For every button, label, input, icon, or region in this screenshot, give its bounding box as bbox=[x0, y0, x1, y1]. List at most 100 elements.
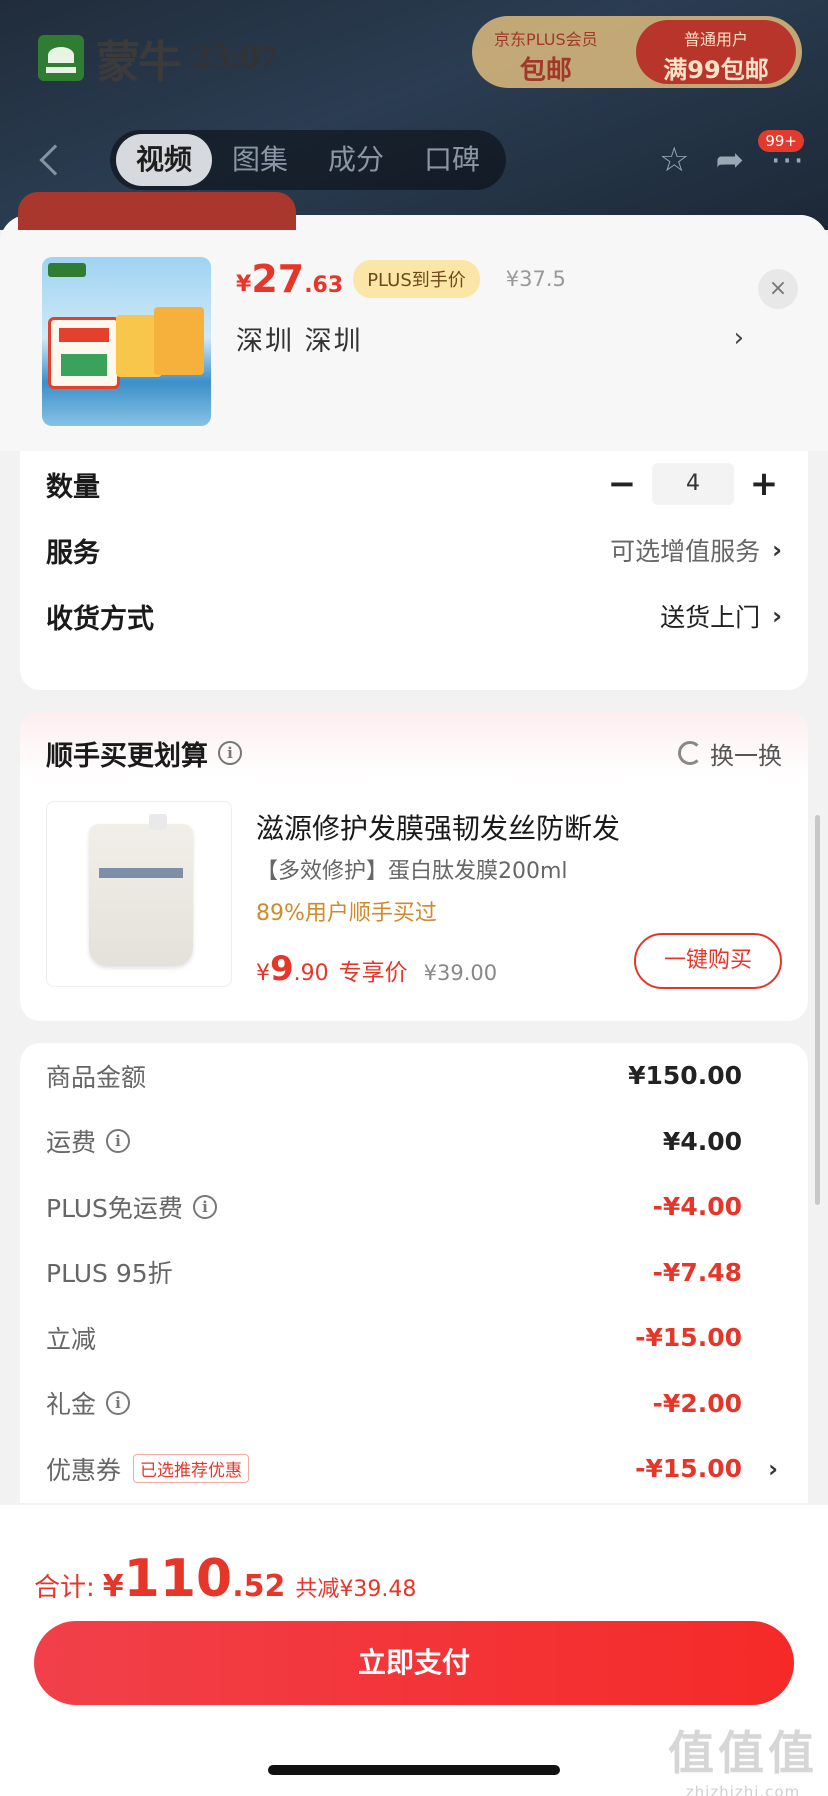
price-integer: 27 bbox=[251, 257, 305, 301]
price-currency: ¥ bbox=[236, 271, 252, 297]
info-icon[interactable]: i bbox=[218, 741, 242, 765]
thumb-card bbox=[48, 317, 120, 389]
total-integer: 110 bbox=[123, 1549, 233, 1609]
info-icon[interactable]: i bbox=[106, 1129, 131, 1154]
summary-label-wrap: 运费 i bbox=[46, 1123, 131, 1159]
quantity-stepper: − 4 + bbox=[604, 463, 782, 505]
summary-label-wrap: 礼金 i bbox=[46, 1385, 131, 1421]
home-indicator bbox=[268, 1765, 560, 1775]
recommended-coupon-tag: 已选推荐优惠 bbox=[133, 1454, 250, 1484]
more-icon[interactable]: ⋯ 99+ bbox=[758, 130, 804, 180]
promo-plus: 京东PLUS会员 包邮 bbox=[494, 26, 598, 87]
service-row[interactable]: 服务 可选增值服务 › bbox=[46, 517, 782, 583]
summary-label-wrap: PLUS免运费 i bbox=[46, 1189, 217, 1225]
product-nav-bar: 视频 图集 成分 口碑 ☆ ➦ ⋯ 99+ bbox=[30, 130, 804, 190]
summary-label: 立减 bbox=[46, 1324, 97, 1354]
original-price: ¥37.5 bbox=[505, 267, 566, 291]
addon-price-integer: 9 bbox=[270, 949, 294, 989]
total-currency: ¥ bbox=[102, 1569, 124, 1604]
summary-label-wrap: 优惠券 已选推荐优惠 bbox=[46, 1451, 250, 1487]
addon-original-price: ¥39.00 bbox=[423, 961, 498, 985]
summary-row: PLUS 95折 -¥7.48 bbox=[46, 1240, 782, 1306]
total-decimal: .52 bbox=[232, 1569, 286, 1604]
addon-header: 顺手买更划算 i 换一换 bbox=[46, 736, 782, 772]
price-decimal: .63 bbox=[304, 272, 344, 298]
info-icon[interactable]: i bbox=[192, 1194, 217, 1219]
summary-row: 运费 i ¥4.00 bbox=[46, 1109, 782, 1175]
product-page-backdrop: 蒙牛 23:07 京东PLUS会员 包邮 普通用户 满99包邮 视频 图集 成分… bbox=[0, 0, 828, 230]
swap-button[interactable]: 换一换 bbox=[678, 736, 782, 771]
pay-now-button[interactable]: 立即支付 bbox=[34, 1621, 794, 1705]
promo-normal-value: 满99包邮 bbox=[663, 56, 769, 84]
media-tabs: 视频 图集 成分 口碑 bbox=[110, 130, 507, 190]
addon-product-subtitle: 【多效修护】蛋白肽发膜200ml bbox=[256, 859, 568, 884]
swap-label: 换一换 bbox=[710, 741, 782, 770]
coupon-row[interactable]: 优惠券 已选推荐优惠 -¥15.00 › bbox=[46, 1436, 782, 1502]
addon-price: ¥ 9 .90 专享价 ¥39.00 bbox=[256, 949, 497, 989]
plus-button[interactable]: + bbox=[746, 464, 782, 504]
sheet-header: ¥ 27 .63 PLUS到手价 ¥37.5 深圳 深圳 › × bbox=[0, 215, 828, 451]
chevron-right-icon: › bbox=[772, 602, 782, 630]
addon-price-tag: 专享价 bbox=[338, 960, 408, 986]
tab-video[interactable]: 视频 bbox=[116, 134, 213, 186]
promo-normal: 普通用户 满99包邮 bbox=[636, 20, 796, 84]
summary-label: 运费 bbox=[46, 1128, 97, 1158]
shipping-promo-banner: 京东PLUS会员 包邮 普通用户 满99包邮 bbox=[472, 16, 802, 88]
price-line: ¥ 27 .63 PLUS到手价 ¥37.5 bbox=[236, 257, 566, 301]
quantity-row: 数量 − 4 + bbox=[46, 451, 782, 517]
addon-product-image[interactable] bbox=[46, 801, 232, 987]
summary-value: -¥7.48 bbox=[652, 1257, 742, 1287]
nav-actions: ☆ ➦ ⋯ 99+ bbox=[659, 130, 804, 180]
addon-popularity: 89%用户顺手买过 bbox=[256, 901, 437, 926]
delivery-location[interactable]: 深圳 深圳 bbox=[236, 319, 363, 358]
thumb-pack bbox=[154, 307, 204, 375]
tab-ingredients[interactable]: 成分 bbox=[308, 134, 404, 186]
service-value: 可选增值服务 bbox=[610, 537, 761, 566]
info-icon[interactable]: i bbox=[106, 1391, 131, 1416]
summary-row: 商品金额 ¥150.00 bbox=[46, 1043, 782, 1109]
back-arrow-icon[interactable] bbox=[39, 144, 71, 176]
tab-gallery[interactable]: 图集 bbox=[212, 134, 308, 186]
addon-product-name[interactable]: 滋源修护发膜强韧发丝防断发 bbox=[256, 807, 620, 847]
summary-label: PLUS 95折 bbox=[46, 1259, 173, 1289]
total-line: 合计: ¥ 110 .52 共减¥39.48 bbox=[34, 1549, 416, 1609]
tab-reviews[interactable]: 口碑 bbox=[404, 134, 500, 186]
product-thumbnail bbox=[42, 257, 211, 426]
addon-price-decimal: .90 bbox=[293, 961, 329, 986]
summary-row: 礼金 i -¥2.00 bbox=[46, 1371, 782, 1437]
options-card: 数量 − 4 + 服务 可选增值服务 › 收货方式 送货上门 › bbox=[20, 451, 808, 690]
summary-label: PLUS免运费 bbox=[46, 1193, 183, 1223]
summary-value: ¥4.00 bbox=[662, 1126, 742, 1156]
minus-button[interactable]: − bbox=[604, 464, 640, 504]
promo-plus-value: 包邮 bbox=[519, 56, 572, 86]
summary-value: ¥150.00 bbox=[628, 1061, 742, 1091]
addon-price-currency: ¥ bbox=[256, 961, 270, 986]
one-click-buy-button[interactable]: 一键购买 bbox=[634, 933, 782, 989]
addon-title: 顺手买更划算 bbox=[46, 740, 208, 772]
delivery-method-row[interactable]: 收货方式 送货上门 › bbox=[46, 583, 782, 649]
checkout-footer: 合计: ¥ 110 .52 共减¥39.48 立即支付 值值值 zhizhizh… bbox=[0, 1505, 828, 1796]
quantity-label: 数量 bbox=[46, 471, 100, 503]
chevron-right-icon: › bbox=[768, 1454, 778, 1483]
scrollbar[interactable] bbox=[815, 815, 820, 1205]
brand-mark-icon bbox=[38, 35, 84, 81]
price-summary-card: 商品金额 ¥150.00 运费 i ¥4.00 PLUS免运费 i -¥4.00 P… bbox=[20, 1043, 808, 1503]
summary-row: 立减 -¥15.00 bbox=[46, 1305, 782, 1371]
watermark-url: zhizhizhi.com bbox=[685, 1783, 801, 1796]
share-icon[interactable]: ➦ bbox=[716, 140, 745, 180]
delivery-method-label: 收货方式 bbox=[46, 603, 154, 635]
promo-normal-title: 普通用户 bbox=[683, 30, 748, 49]
plus-price-tag: PLUS到手价 bbox=[353, 260, 480, 298]
summary-label: 优惠券 bbox=[46, 1455, 122, 1485]
service-label: 服务 bbox=[46, 537, 100, 569]
summary-value: -¥15.00 bbox=[635, 1323, 742, 1353]
total-label: 合计: bbox=[34, 1573, 95, 1603]
star-icon[interactable]: ☆ bbox=[659, 140, 689, 180]
add-on-recommendation-card: 顺手买更划算 i 换一换 滋源修护发膜强韧发丝防断发 【多效修护】蛋白肽发膜20… bbox=[20, 711, 808, 1021]
quantity-field[interactable]: 4 bbox=[652, 463, 734, 505]
summary-row: PLUS免运费 i -¥4.00 bbox=[46, 1174, 782, 1240]
close-button[interactable]: × bbox=[758, 269, 798, 309]
watermark-logo: 值值值 bbox=[668, 1726, 818, 1780]
chevron-right-icon[interactable]: › bbox=[734, 323, 744, 353]
chevron-right-icon: › bbox=[772, 536, 782, 564]
